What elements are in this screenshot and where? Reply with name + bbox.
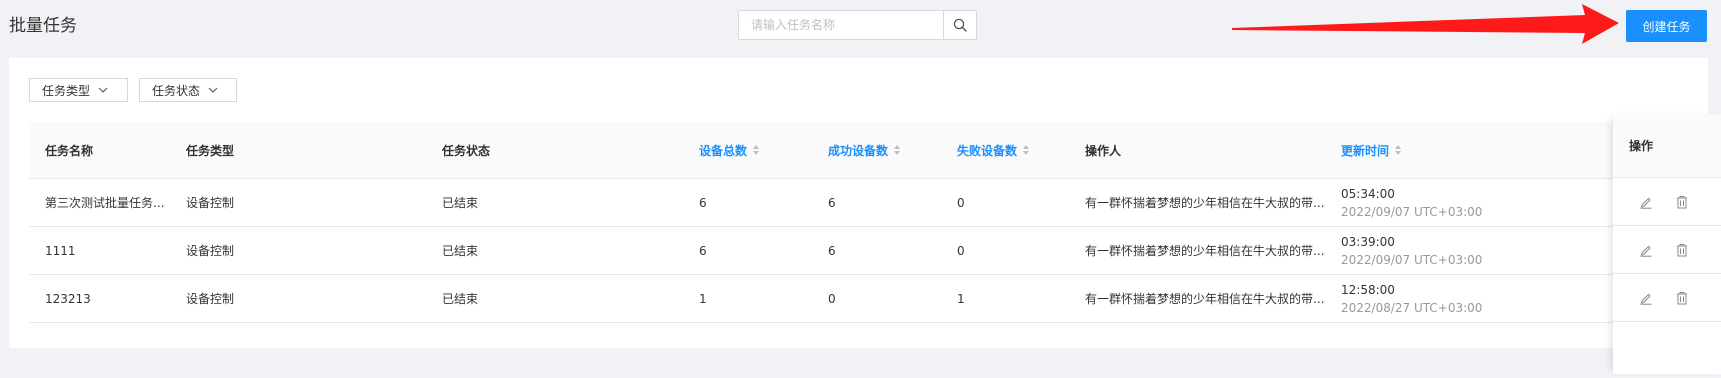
filter-task-type[interactable]: 任务类型 bbox=[29, 78, 128, 102]
cell-updated: 05:34:00 2022/09/07 UTC+03:00 bbox=[1341, 179, 1482, 226]
updated-time: 05:34:00 bbox=[1341, 186, 1395, 201]
task-table: 任务名称 任务类型 任务状态 设备总数 成功设备数 失败设备数 操作人 更新时间 bbox=[29, 114, 1721, 374]
cell-operator: 有一群怀揣着梦想的少年相信在牛大叔的带... bbox=[1085, 244, 1325, 258]
sort-icon bbox=[753, 145, 760, 155]
column-header-label: 更新时间 bbox=[1341, 143, 1390, 158]
chevron-down-icon bbox=[208, 87, 218, 93]
delete-icon[interactable] bbox=[1675, 291, 1689, 305]
column-header-updated[interactable]: 更新时间 bbox=[1341, 122, 1402, 178]
chevron-down-icon bbox=[98, 87, 108, 93]
column-header-success[interactable]: 成功设备数 bbox=[828, 122, 901, 178]
column-header-ops: 操作 bbox=[1613, 114, 1721, 178]
table-row[interactable]: 1111 设备控制 已结束 6 6 0 有一群怀揣着梦想的少年相信在牛大叔的带.… bbox=[29, 227, 1688, 275]
column-header-label: 成功设备数 bbox=[828, 143, 889, 158]
column-header-label: 失败设备数 bbox=[957, 143, 1018, 158]
filter-label: 任务类型 bbox=[42, 83, 91, 98]
delete-icon[interactable] bbox=[1675, 195, 1689, 209]
column-header-operator: 操作人 bbox=[1085, 143, 1122, 158]
column-header-type: 任务类型 bbox=[186, 143, 235, 158]
cell-type: 设备控制 bbox=[186, 244, 235, 258]
updated-date: 2022/09/07 UTC+03:00 bbox=[1341, 204, 1483, 219]
updated-date: 2022/09/07 UTC+03:00 bbox=[1341, 252, 1483, 267]
column-header-label: 设备总数 bbox=[699, 143, 748, 158]
cell-name: 123213 bbox=[45, 291, 91, 306]
table-header: 任务名称 任务类型 任务状态 设备总数 成功设备数 失败设备数 操作人 更新时间 bbox=[29, 122, 1688, 179]
cell-success: 6 bbox=[828, 243, 836, 258]
ops-row bbox=[1613, 178, 1721, 226]
cell-updated: 12:58:00 2022/08/27 UTC+03:00 bbox=[1341, 275, 1482, 322]
filter-label: 任务状态 bbox=[152, 83, 201, 98]
cell-status: 已结束 bbox=[442, 292, 479, 306]
content-panel: 任务类型 任务状态 任务名称 任务类型 任务状态 设备总数 成功设备数 失败设备… bbox=[9, 58, 1721, 374]
edit-icon[interactable] bbox=[1639, 243, 1653, 257]
updated-time: 03:39:00 bbox=[1341, 234, 1395, 249]
cell-total: 6 bbox=[699, 195, 707, 210]
table-row[interactable]: 第三次测试批量任务... 设备控制 已结束 6 6 0 有一群怀揣着梦想的少年相… bbox=[29, 179, 1688, 227]
filter-task-status[interactable]: 任务状态 bbox=[139, 78, 237, 102]
search-input[interactable] bbox=[739, 11, 943, 39]
cell-total: 1 bbox=[699, 291, 707, 306]
search-icon bbox=[953, 18, 967, 32]
edit-icon[interactable] bbox=[1639, 195, 1653, 209]
cell-type: 设备控制 bbox=[186, 292, 235, 306]
cell-type: 设备控制 bbox=[186, 196, 235, 210]
cell-status: 已结束 bbox=[442, 196, 479, 210]
sort-icon bbox=[1395, 145, 1402, 155]
cell-total: 6 bbox=[699, 243, 707, 258]
column-header-name: 任务名称 bbox=[45, 143, 94, 158]
cell-updated: 03:39:00 2022/09/07 UTC+03:00 bbox=[1341, 227, 1482, 274]
delete-icon[interactable] bbox=[1675, 243, 1689, 257]
cell-operator: 有一群怀揣着梦想的少年相信在牛大叔的带... bbox=[1085, 196, 1325, 210]
ops-row bbox=[1613, 226, 1721, 274]
updated-time: 12:58:00 bbox=[1341, 282, 1395, 297]
column-header-status: 任务状态 bbox=[442, 143, 491, 158]
cell-operator: 有一群怀揣着梦想的少年相信在牛大叔的带... bbox=[1085, 292, 1325, 306]
sort-icon bbox=[1023, 145, 1030, 155]
cell-success: 0 bbox=[828, 291, 836, 306]
search-box bbox=[738, 10, 977, 40]
create-task-button[interactable]: 创建任务 bbox=[1626, 10, 1707, 42]
ops-row bbox=[1613, 274, 1721, 322]
column-header-total[interactable]: 设备总数 bbox=[699, 122, 760, 178]
table-row[interactable]: 123213 设备控制 已结束 1 0 1 有一群怀揣着梦想的少年相信在牛大叔的… bbox=[29, 275, 1688, 323]
sort-icon bbox=[894, 145, 901, 155]
cell-status: 已结束 bbox=[442, 244, 479, 258]
edit-icon[interactable] bbox=[1639, 291, 1653, 305]
search-button[interactable] bbox=[943, 11, 976, 39]
cell-success: 6 bbox=[828, 195, 836, 210]
cell-name: 1111 bbox=[45, 243, 76, 258]
operations-column: 操作 bbox=[1613, 114, 1721, 374]
column-header-failed[interactable]: 失败设备数 bbox=[957, 122, 1030, 178]
cell-failed: 0 bbox=[957, 243, 965, 258]
cell-failed: 1 bbox=[957, 291, 965, 306]
cell-name: 第三次测试批量任务... bbox=[45, 196, 165, 210]
page-title: 批量任务 bbox=[9, 16, 77, 36]
cell-failed: 0 bbox=[957, 195, 965, 210]
updated-date: 2022/08/27 UTC+03:00 bbox=[1341, 300, 1483, 315]
